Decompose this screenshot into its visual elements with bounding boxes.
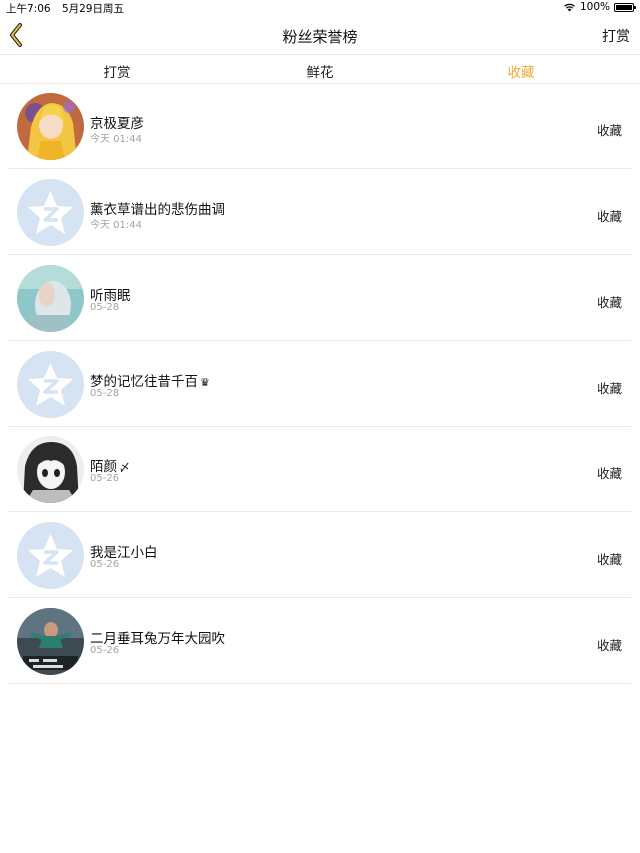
status-time: 上午7:06 bbox=[6, 3, 51, 15]
divider bbox=[9, 683, 631, 684]
divider bbox=[9, 254, 631, 255]
list-item[interactable]: 二月垂耳兔万年大园吹 05-26 收藏 bbox=[0, 599, 640, 684]
timestamp: 今天 01:44 bbox=[90, 134, 142, 145]
avatar bbox=[17, 265, 84, 332]
timestamp: 今天 01:44 bbox=[90, 220, 142, 231]
user-name: 薰衣草谱出的悲伤曲调 bbox=[90, 202, 225, 218]
reward-button[interactable]: 打赏 bbox=[602, 26, 630, 46]
nav-bar: 粉丝荣誉榜 打赏 bbox=[0, 16, 640, 54]
status-date: 5月29日周五 bbox=[61, 3, 124, 15]
default-avatar-icon bbox=[17, 179, 84, 246]
status-right: 100% bbox=[563, 1, 636, 13]
favorite-label: 收藏 bbox=[596, 123, 622, 138]
battery-icon bbox=[614, 2, 636, 12]
divider bbox=[9, 597, 631, 598]
timestamp: 05-28 bbox=[90, 302, 120, 313]
tab-flowers[interactable]: 鲜花 bbox=[280, 61, 360, 81]
divider bbox=[9, 340, 631, 341]
divider bbox=[9, 511, 631, 512]
favorite-label: 收藏 bbox=[596, 638, 622, 653]
list-item[interactable]: 我是江小白 05-26 收藏 bbox=[0, 513, 640, 598]
avatar bbox=[17, 608, 84, 675]
user-name: 听雨眠 bbox=[90, 288, 131, 304]
battery-percent: 100% bbox=[579, 1, 610, 13]
user-name: 二月垂耳兔万年大园吹 bbox=[90, 631, 225, 647]
page-title: 粉丝荣誉榜 bbox=[282, 28, 358, 46]
status-left: 上午7:06 5月29日周五 bbox=[6, 1, 132, 16]
user-name: 陌颜〆 bbox=[90, 459, 130, 475]
status-bar: 上午7:06 5月29日周五 100% bbox=[0, 0, 640, 16]
default-avatar-icon bbox=[17, 522, 84, 589]
list-item[interactable]: 梦的记忆往昔千百 ♛ 05-28 收藏 bbox=[0, 342, 640, 427]
timestamp: 05-26 bbox=[90, 473, 120, 484]
tab-favorites[interactable]: 收藏 bbox=[481, 61, 561, 81]
list-item[interactable]: 听雨眠 05-28 收藏 bbox=[0, 256, 640, 341]
user-name: 梦的记忆往昔千百 ♛ bbox=[90, 374, 210, 390]
favorite-label: 收藏 bbox=[596, 552, 622, 567]
avatar bbox=[17, 436, 84, 503]
default-avatar-icon bbox=[17, 351, 84, 418]
avatar bbox=[17, 93, 84, 160]
favorite-label: 收藏 bbox=[596, 466, 622, 481]
favorite-label: 收藏 bbox=[596, 295, 622, 310]
user-name: 我是江小白 bbox=[90, 545, 158, 561]
list-item[interactable]: 京极夏彦 今天 01:44 收藏 bbox=[0, 84, 640, 169]
timestamp: 05-26 bbox=[90, 645, 120, 656]
divider bbox=[9, 168, 631, 169]
timestamp: 05-26 bbox=[90, 559, 120, 570]
favorite-label: 收藏 bbox=[596, 209, 622, 224]
wifi-icon bbox=[564, 3, 575, 12]
tab-bar: 打赏 鲜花 收藏 bbox=[0, 54, 640, 84]
tab-reward[interactable]: 打赏 bbox=[77, 61, 157, 81]
list-item[interactable]: 陌颜〆 05-26 收藏 bbox=[0, 427, 640, 512]
favorite-label: 收藏 bbox=[596, 381, 622, 396]
user-name: 京极夏彦 bbox=[90, 116, 144, 132]
list-item[interactable]: 薰衣草谱出的悲伤曲调 今天 01:44 收藏 bbox=[0, 170, 640, 255]
timestamp: 05-28 bbox=[90, 388, 120, 399]
